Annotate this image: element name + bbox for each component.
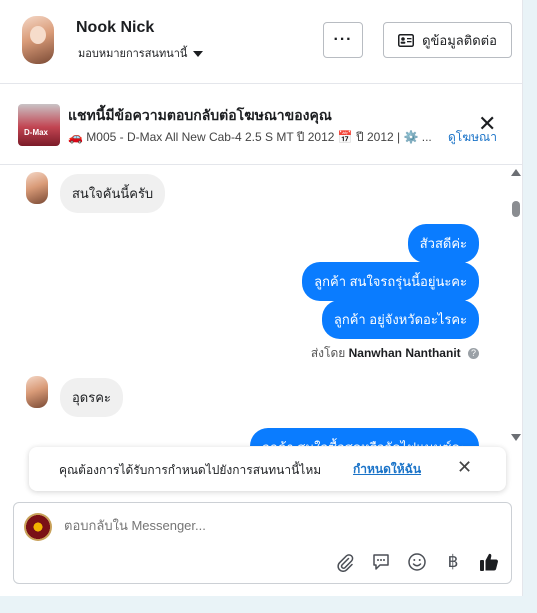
conversation-panel: Nook Nick มอบหมายการสนทนานี้ ··· ดูข้อมู… (0, 0, 523, 596)
assign-label: มอบหมายการสนทนานี้ (78, 48, 188, 60)
message-bubble-outgoing[interactable]: ลูกค้า อยู่จังหวัดอะไรคะ (321, 300, 479, 339)
customer-avatar[interactable] (22, 16, 54, 64)
saved-reply-icon[interactable] (370, 551, 392, 573)
composer-toolbar: ฿ (334, 551, 500, 573)
assign-to-me-link[interactable]: กำหนดให้ฉัน (353, 460, 421, 479)
page-avatar (24, 513, 52, 541)
reply-composer: ฿ (13, 502, 512, 584)
ad-context-title: แชทนี้มีข้อความตอบกลับต่อโฆษณาของคุณ (68, 107, 332, 123)
info-icon[interactable]: ? (468, 348, 479, 360)
conversation-header: Nook Nick มอบหมายการสนทนานี้ ··· ดูข้อมู… (0, 0, 523, 84)
message-bubble-outgoing[interactable]: ลูกค้า สนใจรถรุ่นนี้อยู่นะคะ (302, 262, 479, 301)
view-contact-label: ดูข้อมูลติดต่อ (422, 32, 497, 48)
caret-down-icon (193, 51, 204, 58)
baht-icon[interactable]: ฿ (442, 551, 464, 573)
scroll-down-arrow-icon[interactable] (511, 434, 521, 441)
message-thread[interactable]: สนใจคันนี้ครับ สัวสดีค่ะ ลูกค้า สนใจรถรุ… (0, 166, 509, 446)
scroll-up-arrow-icon[interactable] (511, 169, 521, 176)
sent-by-agent: Nanwhan Nanthanit (348, 346, 461, 360)
ad-thumbnail[interactable] (18, 104, 60, 146)
contact-card-icon (398, 33, 415, 47)
emoji-icon[interactable] (406, 551, 428, 573)
ad-context-subtitle: 🚗 M005 - D-Max All New Cab-4 2.5 S MT ปี… (68, 130, 432, 144)
assignment-prompt-text: คุณต้องการได้รับการกำหนดไปยังการสนทนานี้… (59, 463, 322, 477)
message-bubble-incoming[interactable]: อุดรคะ (60, 378, 123, 417)
view-contact-button[interactable]: ดูข้อมูลติดต่อ (383, 22, 512, 58)
attachment-icon[interactable] (334, 551, 356, 573)
more-options-button[interactable]: ··· (323, 22, 363, 58)
customer-avatar-small (26, 172, 48, 204)
assign-conversation-dropdown[interactable]: มอบหมายการสนทนานี้ (78, 44, 204, 62)
message-bubble-outgoing[interactable]: สัวสดีค่ะ (407, 224, 479, 263)
reply-input[interactable] (64, 518, 484, 533)
assignment-notification: คุณต้องการได้รับการกำหนดไปยังการสนทนานี้… (29, 447, 506, 491)
customer-avatar-small (26, 376, 48, 408)
message-bubble-incoming[interactable]: สนใจคันนี้ครับ (60, 174, 166, 213)
scrollbar-thumb[interactable] (512, 201, 520, 217)
sent-by-label: ส่งโดย Nanwhan Nanthanit ? (311, 344, 479, 363)
sent-by-prefix: ส่งโดย (310, 346, 346, 360)
ad-context-bar: แชทนี้มีข้อความตอบกลับต่อโฆษณาของคุณ 🚗 M… (0, 85, 523, 165)
message-bubble-outgoing[interactable]: ลูกค้า สนใจซื้อสดหรือจัดไฟแนนซ์คะ (249, 428, 479, 446)
customer-name[interactable]: Nook Nick (76, 19, 154, 37)
close-icon[interactable]: ✕ (478, 113, 496, 135)
like-icon[interactable] (478, 551, 500, 573)
close-icon[interactable]: ✕ (457, 458, 472, 476)
